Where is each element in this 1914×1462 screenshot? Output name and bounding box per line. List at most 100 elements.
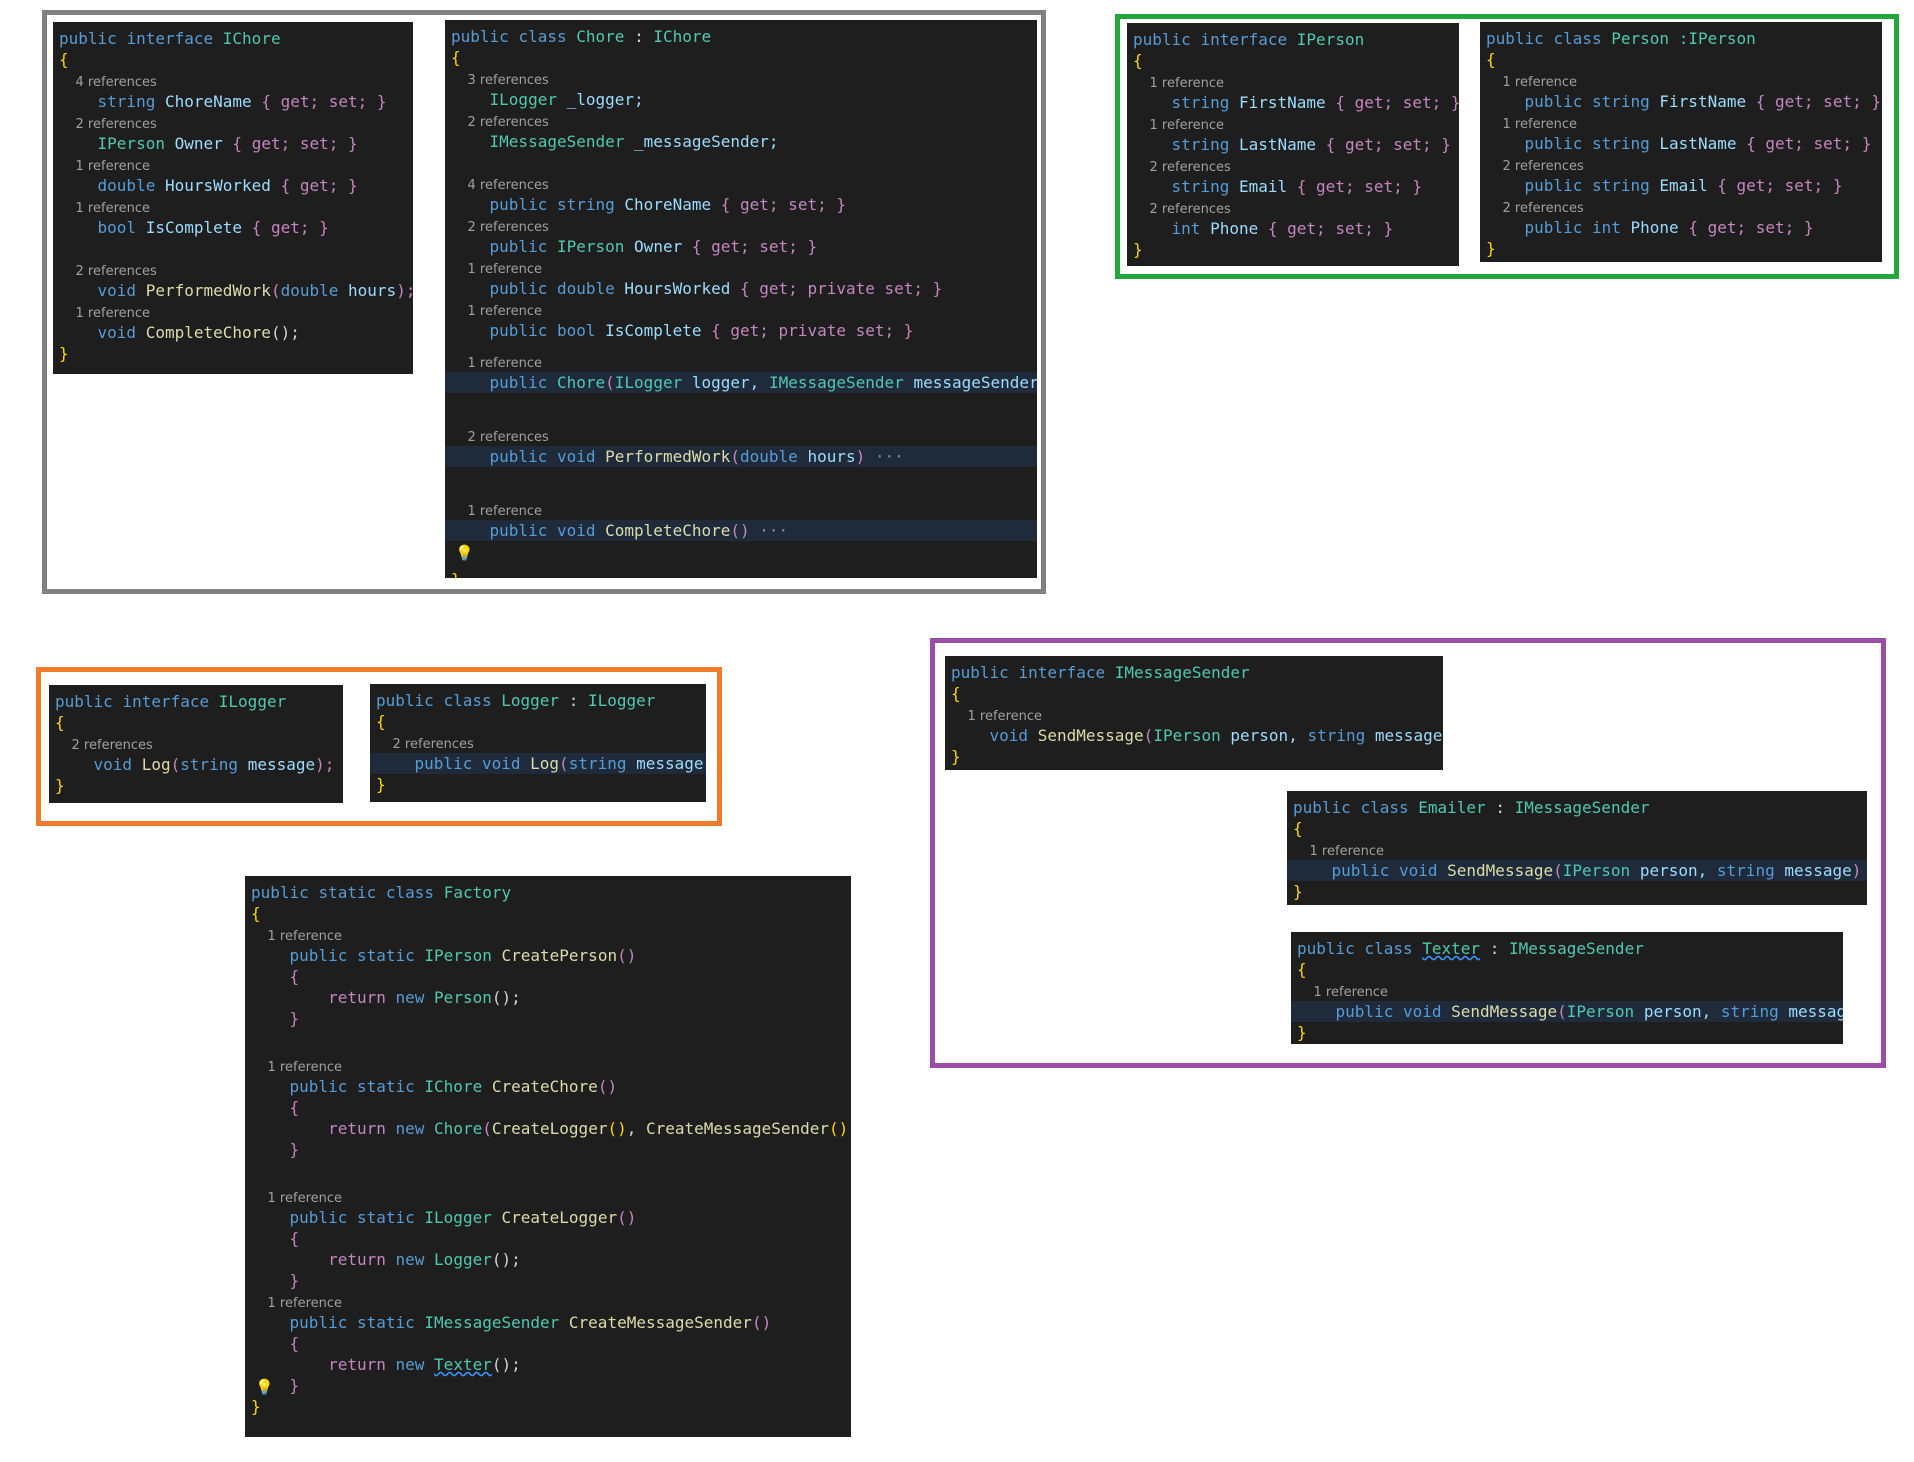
codelens-references[interactable]: 1 reference: [1293, 839, 1867, 860]
imessagesender-interface-panel: public interface IMessageSender { 1 refe…: [945, 656, 1443, 770]
code-line: IPerson Owner { get; set; }: [97, 134, 358, 153]
code-line: }: [289, 1140, 300, 1159]
code-line: public double HoursWorked { get; private…: [489, 279, 943, 298]
code-line: string Email { get; set; }: [1171, 177, 1423, 196]
code-line: public class Logger : ILogger: [376, 691, 656, 710]
open-brace: {: [951, 684, 961, 703]
codelens-references[interactable]: 1 reference: [59, 301, 413, 322]
code-line: void CompleteChore();: [97, 323, 300, 342]
code-line: public static class Factory: [251, 883, 512, 902]
emailer-class-panel: public class Emailer : IMessageSender { …: [1287, 791, 1867, 905]
codelens-references[interactable]: 1 reference: [1486, 70, 1882, 91]
code-line: 💡 }: [255, 1376, 300, 1398]
open-brace: {: [55, 713, 65, 732]
codelens-references[interactable]: 1 reference: [1486, 112, 1882, 133]
code-line: public class Texter : IMessageSender: [1297, 939, 1644, 958]
code-line: {: [289, 967, 300, 986]
codelens-references[interactable]: 2 references: [1486, 154, 1882, 175]
code-line: public string LastName { get; set; }: [1524, 134, 1872, 153]
close-brace: }: [251, 1397, 261, 1416]
lightbulb-icon[interactable]: 💡: [255, 1377, 274, 1398]
codelens-references[interactable]: 1 reference: [59, 154, 413, 175]
person-class-panel: public class Person :IPerson { 1 referen…: [1480, 22, 1882, 262]
code-line: return new Chore(CreateLogger(), CreateM…: [328, 1119, 851, 1138]
codelens-references[interactable]: 1 reference: [451, 299, 1037, 320]
codelens-references[interactable]: 2 references: [55, 733, 343, 754]
collapsed-method-line[interactable]: public void PerformedWork(double hours) …: [445, 446, 1037, 467]
code-line: return new Person();: [328, 988, 521, 1007]
code-line: void Log(string message);: [93, 755, 335, 774]
logger-class-panel: public class Logger : ILogger { 2 refere…: [370, 684, 706, 802]
codelens-references[interactable]: 1 reference: [1133, 113, 1459, 134]
codelens-references[interactable]: 1 reference: [951, 704, 1443, 725]
codelens-references[interactable]: 2 references: [376, 732, 706, 753]
code-line: void PerformedWork(double hours);: [97, 281, 413, 300]
code-line: {: [289, 1229, 300, 1248]
codelens-references[interactable]: 4 references: [59, 70, 413, 91]
codelens-references[interactable]: 1 reference: [1297, 980, 1843, 1001]
codelens-references[interactable]: 1 reference: [251, 1291, 851, 1312]
codelens-references[interactable]: 2 references: [1486, 196, 1882, 217]
code-line: public static IChore CreateChore(): [289, 1077, 618, 1096]
code-line: string LastName { get; set; }: [1171, 135, 1451, 154]
code-line: public class Emailer : IMessageSender: [1293, 798, 1650, 817]
close-brace: }: [55, 776, 65, 795]
close-brace: }: [59, 344, 69, 363]
codelens-references[interactable]: 2 references: [451, 425, 1037, 446]
close-brace: }: [1133, 240, 1143, 259]
codelens-references[interactable]: 1 reference: [451, 351, 1037, 372]
iperson-interface-panel: public interface IPerson { 1 reference s…: [1127, 23, 1459, 266]
codelens-references[interactable]: 2 references: [1133, 155, 1459, 176]
code-line: public interface IChore: [59, 29, 281, 48]
close-brace: }: [376, 775, 386, 794]
close-brace: }: [1297, 1023, 1307, 1042]
codelens-references[interactable]: 1 reference: [251, 924, 851, 945]
code-line: public interface IPerson: [1133, 30, 1365, 49]
code-line: void SendMessage(IPerson person, string …: [989, 726, 1443, 745]
code-line: }: [289, 1009, 300, 1028]
code-line: string FirstName { get; set; }: [1171, 93, 1459, 112]
codelens-references[interactable]: 1 reference: [251, 1186, 851, 1207]
code-line: public static ILogger CreateLogger(): [289, 1208, 637, 1227]
code-line: public static IPerson CreatePerson(): [289, 946, 637, 965]
codelens-references[interactable]: 1 reference: [451, 499, 1037, 520]
code-line: public interface IMessageSender: [951, 663, 1250, 682]
open-brace: {: [1486, 50, 1496, 69]
code-line: public string ChoreName { get; set; }: [489, 195, 846, 214]
codelens-references[interactable]: 2 references: [1133, 197, 1459, 218]
code-line: return new Texter();: [328, 1355, 521, 1374]
codelens-references[interactable]: 1 reference: [59, 196, 413, 217]
open-brace: {: [59, 50, 69, 69]
codelens-references[interactable]: 1 reference: [1133, 71, 1459, 92]
code-line: public static IMessageSender CreateMessa…: [289, 1313, 772, 1332]
open-brace: {: [1133, 51, 1143, 70]
code-line: public IPerson Owner { get; set; }: [489, 237, 818, 256]
lightbulb-icon[interactable]: 💡: [455, 543, 474, 564]
code-line: double HoursWorked { get; }: [97, 176, 358, 195]
codelens-references[interactable]: 3 references: [451, 68, 1037, 89]
close-brace: }: [951, 747, 961, 766]
code-line: }: [289, 1271, 300, 1290]
ilogger-interface-panel: public interface ILogger { 2 references …: [49, 685, 343, 803]
code-line: public string Email { get; set; }: [1524, 176, 1843, 195]
codelens-references[interactable]: 2 references: [451, 215, 1037, 236]
code-line: public class Person :IPerson: [1486, 29, 1756, 48]
code-line: 💡: [451, 541, 1037, 569]
close-brace: }: [1293, 882, 1303, 901]
codelens-references[interactable]: 4 references: [451, 173, 1037, 194]
code-line: return new Logger();: [328, 1250, 521, 1269]
code-line: int Phone { get; set; }: [1171, 219, 1394, 238]
code-line: public bool IsComplete { get; private se…: [489, 321, 914, 340]
collapsed-method-line[interactable]: public void CompleteChore() ···: [445, 520, 1037, 541]
collapsed-method-line[interactable]: public void SendMessage(IPerson person, …: [1287, 860, 1867, 881]
constructor-line: public Chore(ILogger logger, IMessageSen…: [445, 372, 1037, 393]
code-line: public void SendMessage(IPerson person, …: [1291, 1001, 1843, 1022]
code-line: ILogger _logger;: [489, 90, 644, 109]
codelens-references[interactable]: 1 reference: [451, 257, 1037, 278]
codelens-references[interactable]: 2 references: [59, 259, 413, 280]
codelens-references[interactable]: 2 references: [451, 110, 1037, 131]
open-brace: {: [376, 712, 386, 731]
codelens-references[interactable]: 1 reference: [251, 1055, 851, 1076]
ichore-interface-panel: public interface IChore { 4 references s…: [53, 22, 413, 374]
codelens-references[interactable]: 2 references: [59, 112, 413, 133]
